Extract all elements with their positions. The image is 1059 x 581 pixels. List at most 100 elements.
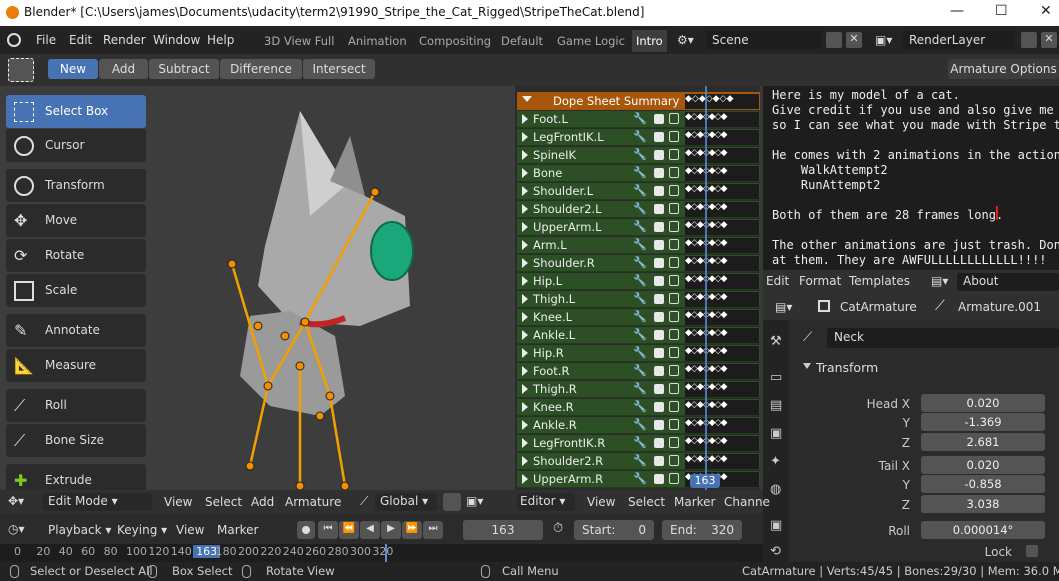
expand-arrow-icon[interactable] — [522, 294, 528, 304]
channel-checkbox[interactable] — [654, 150, 664, 160]
vp-menu-armature[interactable]: Armature — [285, 495, 341, 509]
channel-row[interactable]: Bone 🔧 ◆◇◆◇◆◇◆ — [517, 165, 760, 182]
channel-checkbox[interactable] — [654, 348, 664, 358]
roll-field[interactable]: 0.000014° — [921, 521, 1045, 539]
channel-checkbox[interactable] — [654, 474, 664, 484]
tab-animation[interactable]: Animation — [348, 34, 407, 48]
frame-badge[interactable]: 163 — [690, 474, 720, 488]
dope-editor-dropdown[interactable]: Editor ▾ — [517, 493, 575, 511]
expand-arrow-icon[interactable] — [522, 402, 528, 412]
scene-icon[interactable]: ⚙▾ — [677, 33, 699, 47]
lock-icon[interactable] — [669, 311, 679, 322]
scene-field[interactable]: Scene — [706, 31, 822, 49]
lock-icon[interactable] — [669, 203, 679, 214]
lock-icon[interactable] — [669, 131, 679, 142]
expand-arrow-icon[interactable] — [522, 240, 528, 250]
jump-end-button[interactable]: ⏭ — [423, 521, 443, 539]
dope-summary-row[interactable]: Dope Sheet Summary ◆◇◆◇◆◇◆ — [517, 92, 760, 110]
expand-arrow-icon[interactable] — [522, 204, 528, 214]
wrench-icon[interactable]: 🔧 — [633, 220, 647, 233]
play-button[interactable]: ▶ — [381, 521, 401, 539]
jump-keyframe-back-button[interactable]: ⏪ — [339, 521, 359, 539]
lock-icon[interactable] — [669, 455, 679, 466]
menu-window[interactable]: Window — [153, 33, 200, 47]
tool-tab-icon[interactable]: ⚒ — [770, 334, 782, 349]
tool-select-box[interactable]: Select Box — [6, 95, 146, 128]
tool-cursor[interactable]: Cursor — [6, 129, 146, 162]
expand-arrow-icon[interactable] — [522, 222, 528, 232]
vp-menu-select[interactable]: Select — [205, 495, 242, 509]
wrench-icon[interactable]: 🔧 — [633, 382, 647, 395]
blender-menu-icon[interactable] — [7, 33, 21, 47]
object-tab-icon[interactable]: ▣ — [770, 518, 782, 533]
expand-arrow-icon[interactable] — [522, 258, 528, 268]
timeline-editor-icon[interactable]: ◷▾ — [8, 522, 25, 536]
lock-icon[interactable] — [669, 437, 679, 448]
channel-row[interactable]: Hip.R 🔧 ◆◇◆◇◆◇◆ — [517, 345, 760, 362]
mode-subtract-button[interactable]: Subtract — [149, 59, 219, 79]
wrench-icon[interactable]: 🔧 — [633, 166, 647, 179]
wrench-icon[interactable]: 🔧 — [633, 400, 647, 413]
lock-icon[interactable] — [669, 401, 679, 412]
tool-measure[interactable]: 📐 Measure — [6, 349, 146, 382]
jump-start-button[interactable]: ⏮ — [318, 521, 338, 539]
renderlayer-icon[interactable]: ▣▾ — [875, 33, 897, 47]
tab-intro[interactable]: Intro — [632, 30, 667, 52]
lock-icon[interactable] — [669, 419, 679, 430]
record-button[interactable] — [297, 521, 315, 539]
channel-row[interactable]: LegFrontIK.L 🔧 ◆◇◆◇◆◇◆ — [517, 129, 760, 146]
start-frame-field[interactable]: Start: 0 — [574, 520, 654, 540]
mode-dropdown[interactable]: Edit Mode ▾ — [42, 493, 152, 511]
wrench-icon[interactable]: 🔧 — [633, 364, 647, 377]
lock-icon[interactable] — [669, 239, 679, 250]
expand-arrow-icon[interactable] — [522, 438, 528, 448]
timeline-marker-menu[interactable]: Marker — [217, 523, 258, 537]
wrench-icon[interactable]: 🔧 — [633, 202, 647, 215]
channel-row[interactable]: Shoulder.R 🔧 ◆◇◆◇◆◇◆ — [517, 255, 760, 272]
tool-bone-size[interactable]: ⟋ Bone Size — [6, 424, 146, 457]
timeline-playback-menu[interactable]: Playback ▾ — [48, 523, 111, 537]
lock-icon[interactable] — [669, 473, 679, 484]
3d-viewport[interactable]: Select Box Cursor Transform ✥ Move ⟳ Rotat… — [0, 86, 515, 497]
menu-file[interactable]: File — [36, 33, 56, 47]
wrench-icon[interactable]: 🔧 — [633, 184, 647, 197]
channel-checkbox[interactable] — [654, 114, 664, 124]
lock-icon[interactable] — [669, 149, 679, 160]
tab-3d-view-full[interactable]: 3D View Full — [264, 34, 334, 48]
channel-row[interactable]: Foot.L 🔧 ◆◇◆◇◆◇◆ — [517, 111, 760, 128]
text-menu-format[interactable]: Format — [799, 274, 841, 288]
lock-icon[interactable] — [669, 383, 679, 394]
head-z-field[interactable]: 2.681 — [921, 433, 1045, 451]
wrench-icon[interactable]: 🔧 — [633, 472, 647, 485]
jump-keyframe-forward-button[interactable]: ⏩ — [402, 521, 422, 539]
wrench-icon[interactable]: 🔧 — [633, 436, 647, 449]
expand-arrow-icon[interactable] — [522, 366, 528, 376]
end-frame-field[interactable]: End: 320 — [662, 520, 742, 540]
wrench-icon[interactable]: 🔧 — [633, 292, 647, 305]
channel-checkbox[interactable] — [654, 294, 664, 304]
tail-x-field[interactable]: 0.020 — [921, 456, 1045, 474]
orientation-dropdown[interactable]: Global ▾ — [375, 493, 437, 511]
channel-row[interactable]: UpperArm.L 🔧 ◆◇◆◇◆◇◆ — [517, 219, 760, 236]
snap-icon[interactable] — [443, 493, 461, 511]
tool-move[interactable]: ✥ Move — [6, 204, 146, 237]
wrench-icon[interactable]: 🔧 — [633, 418, 647, 431]
channel-row[interactable]: Hip.L 🔧 ◆◇◆◇◆◇◆ — [517, 273, 760, 290]
world-tab-icon[interactable]: ◍ — [770, 482, 781, 497]
channel-row[interactable]: Knee.R 🔧 ◆◇◆◇◆◇◆ — [517, 399, 760, 416]
channel-row[interactable]: LegFrontIK.R 🔧 ◆◇◆◇◆◇◆ — [517, 435, 760, 452]
menu-render[interactable]: Render — [103, 33, 146, 47]
channel-row[interactable]: Shoulder2.R 🔧 ◆◇◆◇◆◇◆ — [517, 453, 760, 470]
mode-new-button[interactable]: New — [48, 59, 98, 79]
channel-checkbox[interactable] — [654, 366, 664, 376]
lock-checkbox[interactable] — [1026, 545, 1038, 557]
view-layer-tab-icon[interactable]: ▣ — [770, 426, 782, 441]
dope-sheet[interactable]: Dope Sheet Summary ◆◇◆◇◆◇◆ Foot.L 🔧 ◆◇◆◇◆◇… — [515, 86, 760, 490]
wrench-icon[interactable]: 🔧 — [633, 238, 647, 251]
wrench-icon[interactable]: 🔧 — [633, 112, 647, 125]
output-tab-icon[interactable]: ▤ — [770, 398, 782, 413]
tail-y-field[interactable]: -0.858 — [921, 475, 1045, 493]
text-file-field[interactable]: About — [957, 273, 1059, 291]
transform-panel-title[interactable]: Transform — [816, 360, 878, 375]
channel-row[interactable]: Shoulder2.L 🔧 ◆◇◆◇◆◇◆ — [517, 201, 760, 218]
